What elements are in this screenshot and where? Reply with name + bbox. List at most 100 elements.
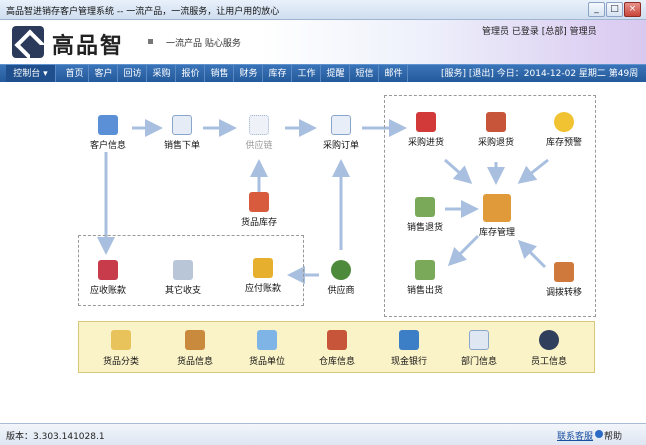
basic-data-panel: 货品分类 货品信息 货品单位 仓库信息 现金银行 部门信息 员工信息 xyxy=(78,321,595,373)
help-icon[interactable] xyxy=(595,430,603,438)
node-label: 采购退货 xyxy=(477,138,514,148)
wallet-icon xyxy=(253,258,273,278)
basic-goods-info[interactable]: 货品信息 xyxy=(165,330,225,367)
maximize-button[interactable]: □ xyxy=(606,2,623,17)
node-label: 应收账款 xyxy=(89,286,126,296)
logo-text: 高品智 xyxy=(52,33,125,59)
bank-card-icon xyxy=(399,330,419,350)
node-label: 销售出货 xyxy=(406,286,443,296)
basic-goods-unit[interactable]: 货品单位 xyxy=(237,330,297,367)
nav-status-text[interactable]: [服务] [退出] 今日：2014-12-02 星期二 第49周 xyxy=(441,65,638,83)
node-label: 销售退货 xyxy=(406,223,443,233)
cube-icon xyxy=(257,330,277,350)
node-transfer[interactable]: 调拨转移 xyxy=(529,262,599,298)
category-tree-icon xyxy=(111,330,131,350)
nav-sales[interactable]: 销售 xyxy=(206,65,234,83)
main-nav: 控制台 ▾ 首页 客户 回访 采购 报价 销售 财务 库存 工作 提醒 短信 邮… xyxy=(0,64,646,83)
network-icon xyxy=(249,115,269,135)
minimize-button[interactable]: _ xyxy=(588,2,605,17)
clipboard-return-icon xyxy=(415,197,435,217)
node-label: 采购进货 xyxy=(407,138,444,148)
bulb-icon xyxy=(554,112,574,132)
calculator-icon xyxy=(173,260,193,280)
user-links[interactable]: 管理员 已登录 [总部] 管理员 xyxy=(482,24,597,37)
nav-work[interactable]: 工作 xyxy=(293,65,321,83)
nav-reminder[interactable]: 提醒 xyxy=(322,65,350,83)
workflow-area: 客户信息 销售下单 供应链 采购订单 货品库存 应收账款 其它收支 应付账款 供… xyxy=(0,82,646,423)
node-purchase-order[interactable]: 采购订单 xyxy=(306,115,376,151)
window-title: 高品智进销存客户管理系统 -- 一流产品，一流服务，让用户用的放心 xyxy=(6,7,280,17)
node-supplier[interactable]: 供应商 xyxy=(306,260,376,296)
version-text: 版本：3.303.141028.1 xyxy=(6,432,105,442)
node-goods-stock[interactable]: 货品库存 xyxy=(224,192,294,228)
node-sales-out[interactable]: 销售出货 xyxy=(390,260,460,296)
node-purchase-in[interactable]: 采购进货 xyxy=(391,112,461,148)
nav-finance[interactable]: 财务 xyxy=(235,65,263,83)
basic-cash-bank[interactable]: 现金银行 xyxy=(379,330,439,367)
node-label: 供应链 xyxy=(245,141,273,151)
node-label: 库存预警 xyxy=(545,138,582,148)
basic-department-info[interactable]: 部门信息 xyxy=(449,330,509,367)
node-supply-chain[interactable]: 供应链 xyxy=(224,115,294,151)
app-header: 高品智 一流产品 贴心服务 管理员 已登录 [总部] 管理员 xyxy=(0,20,646,64)
id-card-icon xyxy=(469,330,489,350)
person-icon xyxy=(331,260,351,280)
user-icon xyxy=(539,330,559,350)
basic-label: 现金银行 xyxy=(390,357,427,367)
people-icon xyxy=(98,115,118,135)
node-label: 货品库存 xyxy=(240,218,277,228)
node-label: 库存管理 xyxy=(478,228,515,238)
transfer-icon xyxy=(554,262,574,282)
nav-purchase[interactable]: 采购 xyxy=(148,65,176,83)
separator-dot xyxy=(148,39,153,44)
nav-customer[interactable]: 客户 xyxy=(90,65,118,83)
basic-label: 仓库信息 xyxy=(318,357,355,367)
basic-label: 货品信息 xyxy=(176,357,213,367)
nav-email[interactable]: 邮件 xyxy=(380,65,408,83)
node-label: 供应商 xyxy=(327,286,355,296)
node-label: 采购订单 xyxy=(322,141,359,151)
window-titlebar: 高品智进销存客户管理系统 -- 一流产品，一流服务，让用户用的放心 _ □ × xyxy=(0,0,646,20)
node-sales-return[interactable]: 销售退货 xyxy=(390,197,460,233)
contact-service-link[interactable]: 联系客服 xyxy=(557,429,593,442)
basic-label: 部门信息 xyxy=(460,357,497,367)
cart-icon xyxy=(416,112,436,132)
logo-icon xyxy=(12,26,44,58)
help-link[interactable]: 帮助 xyxy=(604,429,622,442)
node-purchase-return[interactable]: 采购退货 xyxy=(461,112,531,148)
nav-stock[interactable]: 库存 xyxy=(264,65,292,83)
nav-visit[interactable]: 回访 xyxy=(119,65,147,83)
node-stock-alert[interactable]: 库存预警 xyxy=(529,112,599,148)
node-label: 应付账款 xyxy=(244,284,281,294)
slogan: 一流产品 贴心服务 xyxy=(166,39,241,49)
basic-label: 货品分类 xyxy=(102,357,139,367)
basic-label: 员工信息 xyxy=(530,357,567,367)
nav-console[interactable]: 控制台 ▾ xyxy=(6,65,56,83)
node-other-income[interactable]: 其它收支 xyxy=(148,260,218,296)
nav-quote[interactable]: 报价 xyxy=(177,65,205,83)
node-customer-info[interactable]: 客户信息 xyxy=(73,115,143,151)
purchase-doc-icon xyxy=(331,115,351,135)
basic-goods-category[interactable]: 货品分类 xyxy=(91,330,151,367)
node-receivable[interactable]: 应收账款 xyxy=(73,260,143,296)
node-sales-order[interactable]: 销售下单 xyxy=(147,115,217,151)
basic-label: 货品单位 xyxy=(248,357,285,367)
box-icon xyxy=(185,330,205,350)
node-label: 调拨转移 xyxy=(545,288,582,298)
house-icon xyxy=(249,192,269,212)
node-stock-mgmt[interactable]: 库存管理 xyxy=(462,194,532,238)
node-label: 销售下单 xyxy=(163,141,200,151)
house-return-icon xyxy=(486,112,506,132)
clipboard-out-icon xyxy=(415,260,435,280)
node-payable[interactable]: 应付账款 xyxy=(228,258,298,294)
nav-sms[interactable]: 短信 xyxy=(351,65,379,83)
basic-staff-info[interactable]: 员工信息 xyxy=(519,330,579,367)
node-label: 其它收支 xyxy=(164,286,201,296)
cards-icon xyxy=(98,260,118,280)
close-button[interactable]: × xyxy=(624,2,641,17)
status-bar: 版本：3.303.141028.1 联系客服 帮助 xyxy=(0,423,646,445)
document-icon xyxy=(172,115,192,135)
box-icon xyxy=(483,194,511,222)
nav-home[interactable]: 首页 xyxy=(61,65,89,83)
basic-warehouse-info[interactable]: 仓库信息 xyxy=(307,330,367,367)
